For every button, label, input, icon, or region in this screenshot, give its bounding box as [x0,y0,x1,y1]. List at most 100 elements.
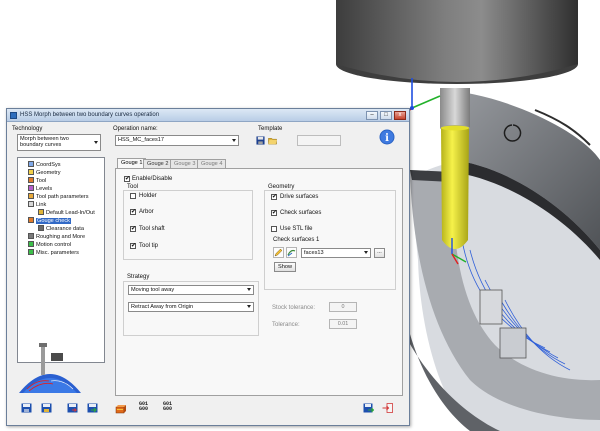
stock-tolerance-label: Stock tolerance: [272,305,316,311]
tool-tip-checkbox[interactable]: ✔ [130,243,136,249]
operation-name-select[interactable]: HSS_MC_faces17 [115,135,239,146]
tree-item-levels[interactable]: Levels [28,185,52,192]
tree-item-geometry[interactable]: Geometry [28,169,61,176]
cutting-tool [440,88,470,249]
roughing-icon [28,233,34,239]
technology-select[interactable]: Morph between two boundary curves [17,134,101,151]
arbor-label: Arbor [139,209,154,215]
tree-item-roughing-and-more[interactable]: Roughing and More [28,233,85,240]
technology-value-line2: boundary curves [20,142,62,148]
drive-surfaces-label: Drive surfaces [280,194,319,200]
show-button[interactable]: Show [274,262,296,272]
info-glyph: i [385,133,389,144]
strategy-select[interactable]: Moving tool away [128,285,254,295]
chevron-down-icon [232,138,236,142]
tree-item-motion-control[interactable]: Motion control [28,241,71,248]
gouge-check-icon [28,217,34,223]
template-label: Template [258,126,283,132]
tree-item-tool[interactable]: Tool [28,177,46,184]
lead-in-out-icon [38,209,44,215]
save-icon[interactable] [21,403,32,413]
check-surfaces-value: faces13 [304,250,324,256]
levels-icon [28,185,34,191]
workpiece-part [380,90,600,431]
gcode-simulate-button[interactable]: G01 G00 [163,402,179,412]
tool-path-icon [28,193,34,199]
operation-preview-image [19,343,81,393]
operation-dialog: HSS Morph between two boundary curves op… [6,108,410,426]
tree-item-default-lead-in-out[interactable]: Default Lead-In/Out [38,209,95,216]
browse-button[interactable]: ... [374,248,385,258]
stock-tolerance-input[interactable]: 0 [329,302,357,312]
holder-label: Holder [139,193,157,199]
save-and-calculate-icon[interactable] [67,403,78,413]
motion-control-icon [28,241,34,247]
use-stl-label: Use STL file [280,226,313,232]
arbor-checkbox[interactable]: ✔ [130,209,136,215]
check-surfaces-1-label: Check surfaces 1 [273,237,320,243]
info-icon[interactable]: i [379,129,395,145]
tree-item-gouge-check[interactable]: Gouge check [28,217,71,224]
enable-label: Enable/Disable [132,176,173,182]
maximize-button[interactable]: □ [380,111,392,120]
tool-tip-label: Tool tip [139,243,159,249]
spindle-holder [336,0,578,84]
tolerance-input[interactable]: 0.01 [329,319,357,329]
open-template-icon[interactable] [268,136,277,145]
save-template-icon[interactable] [256,136,265,145]
tab-gouge-2[interactable]: Gouge 2 [143,159,173,168]
stock-model-icon[interactable] [115,402,127,414]
technology-label: Technology [12,126,43,132]
retract-value: Retract Away from Origin [131,304,194,310]
tab-gouge-4[interactable]: Gouge 4 [197,159,227,168]
strategy-label: Strategy [127,274,150,280]
tree-item-link[interactable]: Link [28,201,46,208]
drive-surfaces-checkbox[interactable]: ✔ [271,194,277,200]
cad-application: HSS Morph between two boundary curves op… [0,0,600,431]
chevron-down-icon [94,140,98,144]
holder-checkbox[interactable] [130,193,136,199]
link-icon [28,201,34,207]
operation-name-label: Operation name: [113,126,158,132]
tree-item-coordsys[interactable]: CoordSys [28,161,61,168]
gcode-simulate-line2: G00 [163,406,173,412]
ok-save-icon[interactable] [363,403,374,413]
use-stl-checkbox[interactable] [271,226,277,232]
check-surfaces-checkbox[interactable]: ✔ [271,210,277,216]
enable-checkbox[interactable]: ✔ [124,176,130,182]
geometry-icon [28,169,34,175]
gouge-tabs: Gouge 1 Gouge 2 Gouge 3 Gouge 4 ✔ Enable… [115,158,403,396]
template-select[interactable] [297,135,341,146]
select-surfaces-icon[interactable] [286,247,297,258]
misc-parameters-icon [28,249,34,255]
app-icon [10,112,17,119]
tool-group-box [123,190,253,260]
chevron-down-icon [364,251,368,254]
strategy-value: Moving tool away [131,287,175,293]
tool-shaft-label: Tool shaft [139,226,165,232]
save-as-icon[interactable] [41,403,52,413]
pencil-edit-icon[interactable] [273,247,284,258]
close-button[interactable]: x [394,111,406,120]
tree-item-tool-path-parameters[interactable]: Tool path parameters [28,193,89,200]
parameter-tree: CoordSys Geometry Tool Levels Tool path … [17,157,105,363]
chevron-down-icon [247,288,251,291]
tree-item-clearance-data[interactable]: Clearance data [38,225,84,232]
tolerance-label: Tolerance: [272,322,300,328]
check-surfaces-select[interactable]: faces13 [301,248,371,258]
tree-item-misc-parameters[interactable]: Misc. parameters [28,249,79,256]
gcode-button-line2: G00 [139,406,149,412]
save-and-exit-icon[interactable] [87,403,98,413]
minimize-button[interactable]: – [366,111,378,120]
tool-shaft-checkbox[interactable]: ✔ [130,226,136,232]
gcode-button[interactable]: G01 G00 [139,402,153,412]
operation-name-value: HSS_MC_faces17 [118,137,165,143]
coordsys-icon [28,161,34,167]
tab-gouge-3[interactable]: Gouge 3 [170,159,200,168]
retract-select[interactable]: Retract Away from Origin [128,302,254,312]
chevron-down-icon [247,305,251,308]
tool-icon [28,177,34,183]
check-surfaces-label: Check surfaces [280,210,322,216]
dialog-titlebar[interactable]: HSS Morph between two boundary curves op… [7,109,409,122]
exit-icon[interactable] [382,403,393,413]
